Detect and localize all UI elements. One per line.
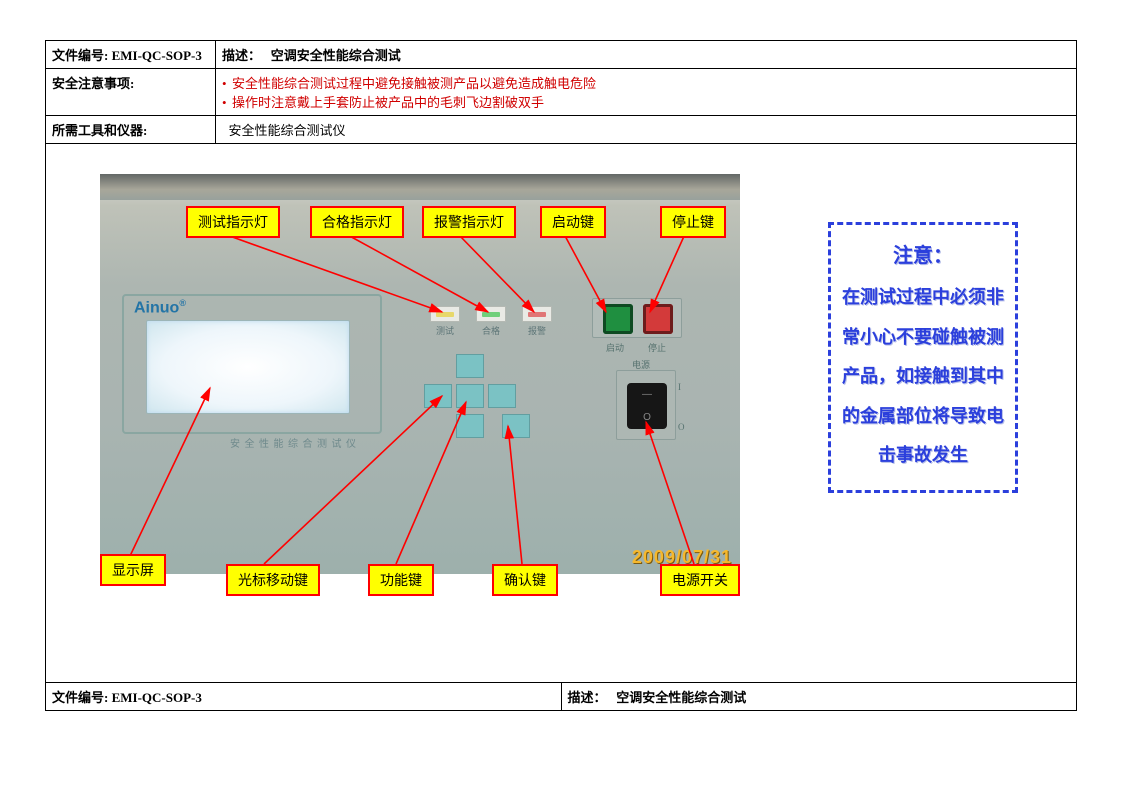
function-key: [502, 414, 530, 438]
notice-body: 在测试过程中必须非常小心不要碰触被测产品，如接触到其中的金属部位将导致电击事故发…: [839, 278, 1007, 476]
callout-power-switch: 电源开关: [660, 564, 740, 596]
ind2-label: 合格: [474, 324, 508, 337]
callout-test-indicator: 测试指示灯: [186, 206, 280, 238]
tools-value: 安全性能综合测试仪: [229, 123, 346, 138]
desc-value: 空调安全性能综合测试: [271, 48, 401, 63]
stop-label: 停止: [642, 341, 672, 354]
safety-item-1: 安全性能综合测试过程中避免接触被测产品以避免造成触电危险: [232, 76, 596, 91]
footer-desc-value: 空调安全性能综合测试: [616, 690, 746, 705]
ind3-label: 报警: [520, 324, 554, 337]
stop-button: [643, 304, 673, 334]
arrow-up-key: [456, 354, 484, 378]
safety-label-cell: 安全注意事项:: [46, 69, 216, 116]
footer-desc-cell: 描述： 空调安全性能综合测试: [561, 683, 1077, 711]
brand-label: Ainuo®: [134, 298, 186, 317]
callout-display: 显示屏: [100, 554, 166, 586]
device-sublabel: 安 全 性 能 综 合 测 试 仪: [230, 435, 357, 450]
ind1-label: 测试: [428, 324, 462, 337]
bullet-icon: •: [222, 95, 232, 111]
pass-indicator: [476, 306, 506, 322]
callout-pass-indicator: 合格指示灯: [310, 206, 404, 238]
tools-label-cell: 所需工具和仪器:: [46, 116, 216, 144]
notice-box: 注意： 在测试过程中必须非常小心不要碰触被测产品，如接触到其中的金属部位将导致电…: [828, 222, 1018, 493]
arrow-center-key: [456, 384, 484, 408]
header-table: 文件编号: EMI-QC-SOP-3 描述： 空调安全性能综合测试 安全注意事项…: [45, 40, 1077, 144]
footer-desc-label: 描述：: [568, 690, 607, 705]
footer-doc-no: 文件编号: EMI-QC-SOP-3: [46, 683, 562, 711]
safety-item-2: 操作时注意戴上手套防止被产品中的毛刺飞边割破双手: [232, 95, 544, 110]
safety-content-cell: •安全性能综合测试过程中避免接触被测产品以避免造成触电危险 •操作时注意戴上手套…: [216, 69, 1077, 116]
callout-stop-key: 停止键: [660, 206, 726, 238]
arrow-left-key: [424, 384, 452, 408]
display-screen: [146, 320, 350, 414]
content-area: 测试指示灯 合格指示灯 报警指示灯 启动键 停止键 显示屏 光标移动键 功能键 …: [45, 144, 1077, 682]
desc-cell: 描述： 空调安全性能综合测试: [216, 41, 1077, 69]
callout-start-key: 启动键: [540, 206, 606, 238]
arrow-right-key: [488, 384, 516, 408]
desc-label: 描述：: [222, 48, 261, 63]
alarm-indicator: [522, 306, 552, 322]
doc-no-cell: 文件编号: EMI-QC-SOP-3: [46, 41, 216, 69]
callout-function-key: 功能键: [368, 564, 434, 596]
test-indicator: [430, 306, 460, 322]
start-stop-frame: [592, 298, 682, 338]
bullet-icon: •: [222, 76, 232, 92]
callout-cursor-keys: 光标移动键: [226, 564, 320, 596]
start-label: 启动: [600, 341, 630, 354]
arrow-down-key: [456, 414, 484, 438]
power-rocker: —O: [627, 383, 667, 429]
start-button: [603, 304, 633, 334]
power-area: —O: [616, 370, 676, 440]
footer-table: 文件编号: EMI-QC-SOP-3 描述： 空调安全性能综合测试: [45, 682, 1077, 711]
callout-alarm-indicator: 报警指示灯: [422, 206, 516, 238]
callout-ok-key: 确认键: [492, 564, 558, 596]
tools-value-cell: 安全性能综合测试仪: [216, 116, 1077, 144]
notice-title: 注意：: [839, 239, 1007, 268]
